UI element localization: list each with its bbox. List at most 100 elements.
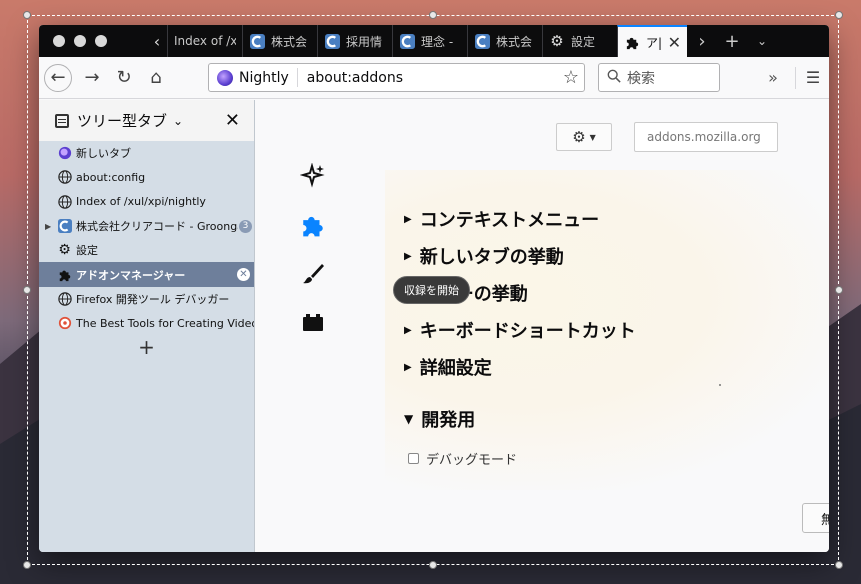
url-bar[interactable]: Nightly about:addons ☆: [208, 63, 585, 92]
plugin-block-icon: [303, 314, 323, 331]
tree-item-settings[interactable]: ⚙ 設定: [39, 238, 254, 262]
forward-button[interactable]: →: [76, 62, 108, 94]
amo-search-placeholder: addons.mozilla.org: [647, 130, 761, 144]
tools-gear-button[interactable]: ⚙ ▼: [556, 123, 612, 151]
tree-item-label: The Best Tools for Creating Video: [76, 316, 254, 330]
navigation-toolbar: ← → ↻ ⌂ Nightly about:addons ☆ 検索 » ☰: [39, 57, 829, 99]
close-sidebar-icon[interactable]: ✕: [225, 110, 240, 131]
close-tab-icon[interactable]: ✕: [237, 268, 250, 282]
search-input[interactable]: 検索: [598, 63, 720, 92]
overflow-chevron-icon[interactable]: »: [759, 63, 787, 92]
disable-button[interactable]: 無効: [802, 503, 829, 533]
groonga-icon: [324, 33, 340, 49]
tree-item-about-config[interactable]: about:config: [39, 165, 254, 189]
scroll-tabs-left-icon[interactable]: ‹: [147, 25, 167, 57]
section-label: コンテキストメニュー: [419, 210, 600, 231]
groonga-icon: [57, 219, 72, 234]
nightly-logo-icon: [217, 69, 233, 86]
tree-item-new-tab[interactable]: 新しいタブ: [39, 141, 254, 165]
all-tabs-chevron-icon[interactable]: ⌄: [747, 25, 777, 57]
tab-index[interactable]: Index of /x: [167, 25, 242, 57]
disable-button-label: 無効: [821, 512, 829, 528]
disclosure-triangle-icon: ▶: [404, 213, 412, 225]
sparkle-icon: [300, 163, 325, 188]
selection-handle-br[interactable]: [835, 561, 843, 569]
tooltip-label: 収録を開始: [404, 284, 459, 297]
tree-item-label: about:config: [76, 170, 146, 184]
tree-item-label: Firefox 開発ツール デバッガー: [76, 292, 230, 306]
tree-item-groonga[interactable]: ▶ 株式会社クリアコード - Groonga 3: [39, 214, 254, 238]
tab-groonga-3[interactable]: 理念 -: [392, 25, 467, 57]
section-context-menu[interactable]: ▶ コンテキストメニュー: [404, 206, 599, 232]
category-themes[interactable]: [300, 261, 326, 287]
section-advanced[interactable]: ▶ 詳細設定: [404, 354, 492, 380]
tab-addons[interactable]: ア| ✕: [617, 25, 687, 57]
window-controls: [39, 25, 147, 57]
selection-handle-tm[interactable]: [429, 11, 437, 19]
sidebar-icon: [55, 113, 69, 128]
selection-handle-tl[interactable]: [23, 11, 31, 19]
puzzle-icon: [624, 34, 640, 50]
checkbox-box[interactable]: [408, 453, 419, 464]
groonga-icon: [249, 33, 265, 49]
section-new-tab-behavior[interactable]: ▶ 新しいタブの挙動: [404, 243, 564, 269]
tree-item-addons[interactable]: アドオンマネージャー ✕: [39, 262, 254, 287]
back-button[interactable]: ←: [44, 63, 72, 92]
amo-search-input[interactable]: addons.mozilla.org: [634, 122, 778, 152]
tree-item-devtools[interactable]: Firefox 開発ツール デバッガー: [39, 287, 254, 311]
search-icon: [607, 69, 621, 87]
minimize-window-button[interactable]: [74, 35, 86, 47]
url-text[interactable]: about:addons: [298, 70, 558, 86]
reload-button[interactable]: ↻: [108, 62, 140, 94]
gear-icon: ⚙: [550, 32, 564, 50]
tree-item-label: Index of /xul/xpi/nightly: [76, 195, 206, 209]
category-plugins[interactable]: [300, 310, 326, 336]
sidebar-header[interactable]: ツリー型タブ ⌄ ✕: [39, 100, 254, 141]
bookmark-star-icon[interactable]: ☆: [558, 67, 584, 88]
scroll-tabs-right-icon[interactable]: ›: [687, 25, 717, 57]
tab-groonga-4[interactable]: 株式会: [467, 25, 542, 57]
new-tab-icon[interactable]: +: [717, 25, 747, 57]
section-development[interactable]: ▼ 開発用: [404, 406, 475, 432]
debug-mode-checkbox[interactable]: デバッグモード: [408, 449, 517, 468]
home-button[interactable]: ⌂: [140, 62, 172, 94]
tree-item-label: 株式会社クリアコード - Groonga: [76, 220, 238, 234]
selection-handle-bm[interactable]: [429, 561, 437, 569]
tab-settings[interactable]: ⚙ 設定: [542, 25, 617, 57]
category-extensions[interactable]: [300, 212, 326, 238]
tab-groonga-1[interactable]: 株式会: [242, 25, 317, 57]
expand-twisty-icon[interactable]: ▶: [45, 222, 51, 231]
toolbar-separator: [795, 67, 796, 89]
paintbrush-icon: [303, 264, 324, 284]
tab-strip: ‹ Index of /x 株式会 採用情 理念 - 株式会 ⚙ 設定 ア| ✕…: [39, 25, 829, 57]
section-label: 詳細設定: [419, 358, 492, 379]
zoom-window-button[interactable]: [95, 35, 107, 47]
sidebar-title: ツリー型タブ: [77, 112, 168, 130]
close-window-button[interactable]: [53, 35, 65, 47]
tree-item-index[interactable]: Index of /xul/xpi/nightly: [39, 190, 254, 214]
tab-title: 採用情: [346, 34, 383, 49]
hamburger-menu-icon[interactable]: ☰: [799, 63, 827, 92]
globe-icon: [57, 194, 72, 209]
tab-groonga-2[interactable]: 採用情: [317, 25, 392, 57]
chevron-down-icon: ⌄: [173, 113, 184, 128]
tab-title: 理念 -: [421, 34, 454, 49]
category-recommendations[interactable]: [300, 163, 326, 189]
tree-item-label: アドオンマネージャー: [76, 268, 186, 282]
tree-item-video-tools[interactable]: The Best Tools for Creating Video: [39, 311, 254, 335]
descendant-count-badge: 3: [239, 219, 252, 233]
gear-icon: ⚙: [572, 128, 586, 146]
new-tab-button[interactable]: +: [39, 335, 254, 359]
selection-handle-mr[interactable]: [835, 286, 843, 294]
selection-handle-ml[interactable]: [23, 286, 31, 294]
tab-title: 設定: [571, 34, 596, 49]
selection-handle-tr[interactable]: [835, 11, 843, 19]
search-placeholder: 検索: [627, 70, 655, 87]
section-keyboard-shortcuts[interactable]: ▶ キーボードショートカット: [404, 317, 636, 343]
tab-title: 株式会: [496, 34, 533, 49]
identity-box[interactable]: Nightly: [209, 68, 298, 87]
selection-handle-bl[interactable]: [23, 561, 31, 569]
close-tab-icon[interactable]: ✕: [668, 33, 681, 52]
disclosure-triangle-icon: ▶: [404, 324, 412, 336]
tab-title: Index of /x: [174, 34, 236, 48]
